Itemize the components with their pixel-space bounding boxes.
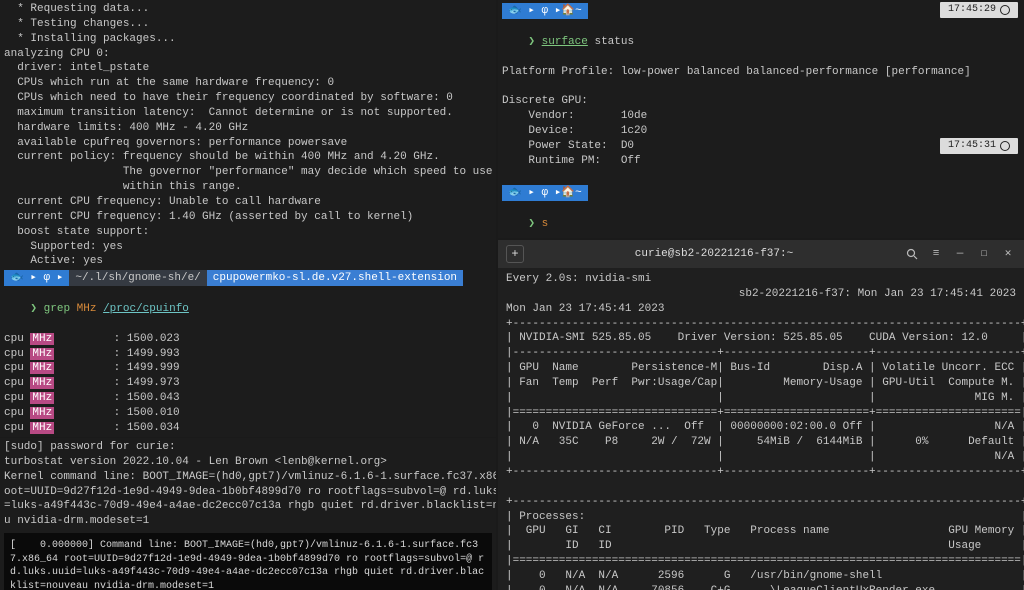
output-line: CPUs which need to have their frequency … [4, 91, 492, 106]
nvidia-smi-body: Every 2.0s: nvidia-smi sb2-20221216-f37:… [498, 268, 1024, 590]
smi-row: | NVIDIA-SMI 525.85.05 Driver Version: 5… [506, 331, 1016, 346]
clock-icon [1000, 5, 1010, 15]
smi-row: | 0 N/A N/A 2596 G /usr/bin/gnome-shell … [506, 569, 1016, 584]
output-line: Kernel command line: BOOT_IMAGE=(hd0,gpt… [4, 470, 492, 485]
smi-row: +---------------------------------------… [506, 317, 1016, 332]
new-tab-button[interactable]: + [506, 245, 524, 263]
output-line: * Testing changes... [4, 17, 492, 32]
minimize-button[interactable]: — [952, 246, 968, 262]
cpu-mhz-row: cpu MHz : 1499.973 [4, 376, 492, 391]
smi-row: |=======================================… [506, 554, 1016, 569]
output-line: current CPU frequency: Unable to call ha… [4, 195, 492, 210]
smi-row: |===============================+=======… [506, 406, 1016, 421]
output-line: oot=UUID=9d27f12d-1e9d-4949-9dea-1b0bf48… [4, 485, 492, 500]
output-line: within this range. [4, 180, 492, 195]
prompt-path: ~/.l/sh/gnome-sh/e/ [69, 270, 206, 286]
output-line: CPUs which run at the same hardware freq… [4, 76, 492, 91]
terminal-window-nvidiasmi[interactable]: + curie@sb2-20221216-f37:~ ≡ — ☐ ✕ Every… [498, 240, 1024, 590]
prompt-icons-r2: 🐟 ▸ φ ▸ 🏠 ~ [502, 185, 588, 201]
gpu-info-row: Runtime PM: Off [502, 154, 1020, 169]
terminal-pane-cpupower[interactable]: * Requesting data... * Testing changes..… [0, 0, 496, 437]
turbostat-output: [sudo] password for curie:turbostat vers… [4, 440, 492, 529]
output-line: Active: yes [4, 254, 492, 269]
smi-row: | Processes: | [506, 510, 1016, 525]
cpu-mhz-row: cpu MHz : 1500.023 [4, 332, 492, 347]
discrete-gpu-header: Discrete GPU: [502, 94, 1020, 109]
output-line: u nvidia-drm.modeset=1 [4, 514, 492, 529]
output-line: hardware limits: 400 MHz - 4.20 GHz [4, 121, 492, 136]
cmd-grep: grep [44, 303, 70, 315]
cpupower-output: * Requesting data... * Testing changes..… [4, 2, 492, 269]
output-line: Supported: yes [4, 240, 492, 255]
smi-row [506, 480, 1016, 495]
output-line: boost state support: [4, 225, 492, 240]
close-button[interactable]: ✕ [1000, 246, 1016, 262]
smi-row: | ID ID Usage | [506, 539, 1016, 554]
timestamp-badge-2: 17:45:31 [940, 138, 1018, 154]
smi-row: +-------------------------------+-------… [506, 465, 1016, 480]
search-icon[interactable] [904, 246, 920, 262]
smi-row: | 0 N/A N/A 70856 C+G ...\LeagueClientUx… [506, 584, 1016, 590]
prompt-path-highlight: cpupowermko-sl.de.v27.shell-extension [207, 270, 463, 286]
smi-row: | GPU Name Persistence-M| Bus-Id Disp.A … [506, 361, 1016, 376]
surface-command-line[interactable]: ❯ surface status [502, 20, 1020, 65]
output-line: current policy: frequency should be with… [4, 150, 492, 165]
output-line: analyzing CPU 0: [4, 47, 492, 62]
smi-row: | N/A 35C P8 2W / 72W | 54MiB / 6144MiB … [506, 435, 1016, 450]
output-line: turbostat version 2022.10.04 - Len Brown… [4, 455, 492, 470]
terminal-pane-surface[interactable]: 17:45:29 🐟 ▸ φ ▸ 🏠 ~ ❯ surface status Pl… [498, 0, 1024, 238]
gpu-info-row: Vendor: 10de [502, 109, 1020, 124]
maximize-button[interactable]: ☐ [976, 246, 992, 262]
prompt-icons-r1: 🐟 ▸ φ ▸ 🏠 ~ [502, 3, 588, 19]
terminal-pane-turbostat[interactable]: [sudo] password for curie:turbostat vers… [0, 438, 496, 590]
clock-icon [1000, 141, 1010, 151]
smi-row: | | | MIG M. | [506, 391, 1016, 406]
dmesg-box: [ 0.000000] Command line: BOOT_IMAGE=(hd… [4, 533, 492, 590]
output-line: available cpufreq governors: performance… [4, 136, 492, 151]
cpu-mhz-row: cpu MHz : 1499.999 [4, 361, 492, 376]
output-line: =luks-a49f443c-70d9-49e4-a4ae-dc2ecc07c1… [4, 499, 492, 514]
command-input-line[interactable]: ❯ s [502, 202, 1020, 238]
window-titlebar[interactable]: + curie@sb2-20221216-f37:~ ≡ — ☐ ✕ [498, 240, 1024, 268]
output-line: maximum transition latency: Cannot deter… [4, 106, 492, 121]
window-title: curie@sb2-20221216-f37:~ [532, 247, 896, 262]
output-line: [sudo] password for curie: [4, 440, 492, 455]
smi-row: | | | N/A | [506, 450, 1016, 465]
platform-profile-line: Platform Profile: low-power balanced bal… [502, 65, 1020, 80]
output-line: current CPU frequency: 1.40 GHz (asserte… [4, 210, 492, 225]
output-line: * Requesting data... [4, 2, 492, 17]
smi-row: | 0 NVIDIA GeForce ... Off | 00000000:02… [506, 420, 1016, 435]
gpu-info-row: Device: 1c20 [502, 124, 1020, 139]
smi-row: +---------------------------------------… [506, 495, 1016, 510]
prompt-line-surface-2: 🐟 ▸ φ ▸ 🏠 ~ [502, 185, 1020, 201]
smi-row: |-------------------------------+-------… [506, 346, 1016, 361]
grep-command-line[interactable]: ❯ grep MHz /proc/cpuinfo [4, 287, 492, 332]
cpu-mhz-row: cpu MHz : 1500.010 [4, 406, 492, 421]
timestamp-badge-1: 17:45:29 [940, 2, 1018, 18]
cpu-mhz-row: cpu MHz : 1499.993 [4, 347, 492, 362]
nvidia-smi-table: +---------------------------------------… [506, 317, 1016, 590]
cpu-mhz-row: cpu MHz : 1499.940 [4, 436, 492, 437]
grep-output: cpu MHz : 1500.023cpu MHz : 1499.993cpu … [4, 332, 492, 437]
prompt-icons: 🐟 ▸ φ ▸ [4, 270, 69, 286]
output-line: driver: intel_pstate [4, 61, 492, 76]
smi-row: | GPU GI CI PID Type Process name GPU Me… [506, 524, 1016, 539]
smi-row: | Fan Temp Perf Pwr:Usage/Cap| Memory-Us… [506, 376, 1016, 391]
output-line: * Installing packages... [4, 32, 492, 47]
cpu-mhz-row: cpu MHz : 1500.034 [4, 421, 492, 436]
cmd-surface: surface [542, 36, 588, 48]
output-line: The governor "performance" may decide wh… [4, 165, 492, 180]
date-line: Mon Jan 23 17:45:41 2023 [506, 302, 1016, 317]
dmesg-line: [ 0.000000] Command line: BOOT_IMAGE=(hd… [10, 539, 486, 590]
cpu-mhz-row: cpu MHz : 1500.043 [4, 391, 492, 406]
prompt-line-1: 🐟 ▸ φ ▸ ~/.l/sh/gnome-sh/e/ cpupowermko-… [4, 270, 492, 286]
watch-header: Every 2.0s: nvidia-smi sb2-20221216-f37:… [506, 272, 1016, 287]
menu-icon[interactable]: ≡ [928, 246, 944, 262]
